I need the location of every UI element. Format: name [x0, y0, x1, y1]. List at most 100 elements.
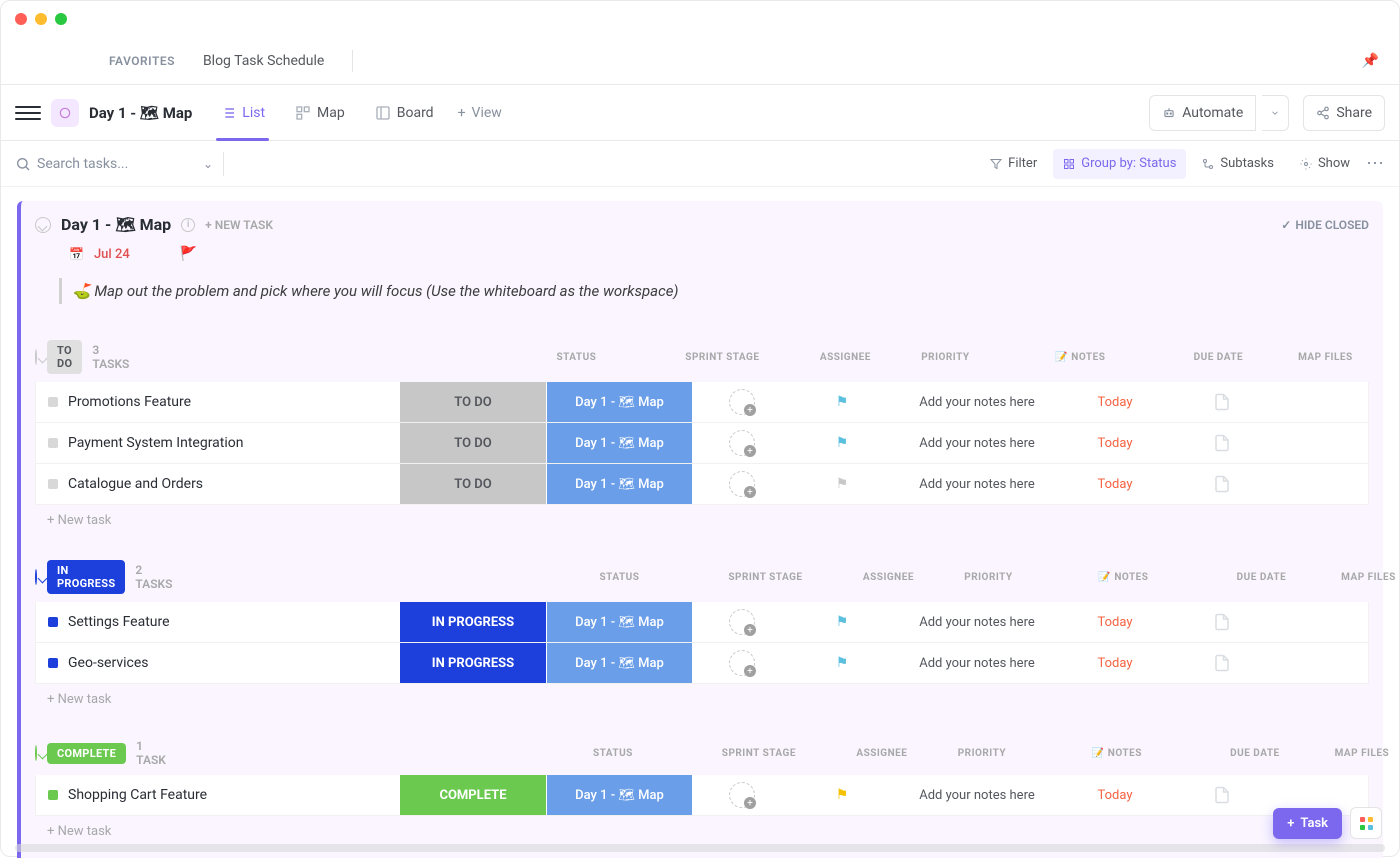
status-cell[interactable]: IN PROGRESS	[400, 643, 546, 683]
group-by-button[interactable]: Group by: Status	[1053, 149, 1186, 179]
priority-cell[interactable]: ⚑	[792, 382, 892, 422]
more-icon[interactable]: ⋯	[1366, 153, 1385, 174]
task-name-cell[interactable]: Settings Feature	[36, 602, 400, 642]
sprint-cell[interactable]: Day 1 - 🗺 Map	[546, 643, 692, 683]
add-assignee-icon[interactable]	[729, 389, 755, 415]
maximize-window-icon[interactable]	[55, 13, 67, 25]
new-task-button[interactable]: + New task	[35, 816, 1369, 847]
breadcrumb-favorites[interactable]: FAVORITES	[109, 54, 175, 68]
status-pill[interactable]: TO DO	[47, 340, 82, 374]
minimize-window-icon[interactable]	[35, 13, 47, 25]
files-cell[interactable]	[1168, 602, 1276, 642]
task-row[interactable]: Payment System Integration TO DO Day 1 -…	[35, 423, 1369, 464]
search-input[interactable]	[37, 156, 197, 172]
priority-cell[interactable]: ⚑	[792, 643, 892, 683]
files-cell[interactable]	[1168, 464, 1276, 504]
status-cell[interactable]: TO DO	[400, 464, 546, 504]
assignee-cell[interactable]	[692, 423, 792, 463]
notes-cell[interactable]: Add your notes here	[892, 423, 1062, 463]
assignee-cell[interactable]	[692, 775, 792, 815]
task-name-cell[interactable]: Promotions Feature	[36, 382, 400, 422]
collapse-icon[interactable]	[35, 349, 37, 365]
automate-button[interactable]: Automate	[1149, 95, 1256, 131]
collapse-icon[interactable]	[35, 745, 37, 761]
list-color-icon[interactable]	[51, 99, 79, 127]
files-cell[interactable]	[1168, 643, 1276, 683]
collapse-icon[interactable]	[35, 217, 51, 233]
add-assignee-icon[interactable]	[729, 609, 755, 635]
add-assignee-icon[interactable]	[729, 471, 755, 497]
date-label[interactable]: Jul 24	[94, 247, 130, 262]
flag-icon[interactable]: 🚩	[180, 246, 197, 262]
menu-icon[interactable]	[15, 100, 41, 126]
status-cell[interactable]: TO DO	[400, 423, 546, 463]
new-task-button[interactable]: + New task	[35, 684, 1369, 715]
hide-closed-button[interactable]: ✓ HIDE CLOSED	[1281, 218, 1369, 232]
show-button[interactable]: Show	[1290, 149, 1360, 179]
task-row[interactable]: Geo-services IN PROGRESS Day 1 - 🗺 Map ⚑…	[35, 643, 1369, 684]
due-date-cell[interactable]: Today	[1062, 602, 1168, 642]
task-name-cell[interactable]: Catalogue and Orders	[36, 464, 400, 504]
pin-icon[interactable]: 📌	[1362, 53, 1379, 69]
sprint-cell[interactable]: Day 1 - 🗺 Map	[546, 775, 692, 815]
tab-list[interactable]: List	[208, 85, 277, 141]
files-cell[interactable]	[1168, 775, 1276, 815]
new-task-fab[interactable]: + Task	[1273, 808, 1342, 839]
task-row[interactable]: Promotions Feature TO DO Day 1 - 🗺 Map ⚑…	[35, 382, 1369, 423]
priority-cell[interactable]: ⚑	[792, 602, 892, 642]
automate-chevron[interactable]	[1262, 95, 1289, 131]
tab-map[interactable]: Map	[283, 85, 357, 141]
task-row[interactable]: Settings Feature IN PROGRESS Day 1 - 🗺 M…	[35, 602, 1369, 643]
filter-button[interactable]: Filter	[980, 149, 1047, 179]
share-button[interactable]: Share	[1303, 95, 1385, 131]
priority-cell[interactable]: ⚑	[792, 775, 892, 815]
breadcrumb-blog[interactable]: Blog Task Schedule	[203, 53, 324, 69]
due-date-cell[interactable]: Today	[1062, 423, 1168, 463]
assignee-cell[interactable]	[692, 602, 792, 642]
priority-cell[interactable]: ⚑	[792, 423, 892, 463]
notes-cell[interactable]: Add your notes here	[892, 775, 1062, 815]
files-cell[interactable]	[1168, 423, 1276, 463]
status-pill[interactable]: IN PROGRESS	[47, 560, 125, 594]
status-cell[interactable]: TO DO	[400, 382, 546, 422]
subtasks-button[interactable]: Subtasks	[1192, 149, 1284, 179]
notes-cell[interactable]: Add your notes here	[892, 643, 1062, 683]
notes-cell[interactable]: Add your notes here	[892, 602, 1062, 642]
status-pill[interactable]: COMPLETE	[47, 743, 126, 764]
add-assignee-icon[interactable]	[729, 430, 755, 456]
add-assignee-icon[interactable]	[729, 650, 755, 676]
status-cell[interactable]: IN PROGRESS	[400, 602, 546, 642]
scrollbar-horizontal[interactable]	[15, 844, 1385, 852]
due-date-cell[interactable]: Today	[1062, 382, 1168, 422]
due-date-cell[interactable]: Today	[1062, 464, 1168, 504]
task-row[interactable]: Catalogue and Orders TO DO Day 1 - 🗺 Map…	[35, 464, 1369, 505]
sprint-cell[interactable]: Day 1 - 🗺 Map	[546, 382, 692, 422]
due-date-cell[interactable]: Today	[1062, 775, 1168, 815]
chevron-down-icon[interactable]: ⌄	[203, 157, 213, 171]
files-cell[interactable]	[1168, 382, 1276, 422]
collapse-icon[interactable]	[35, 569, 37, 585]
sprint-cell[interactable]: Day 1 - 🗺 Map	[546, 464, 692, 504]
tab-board[interactable]: Board	[363, 85, 446, 141]
assignee-cell[interactable]	[692, 464, 792, 504]
task-row[interactable]: Shopping Cart Feature COMPLETE Day 1 - 🗺…	[35, 775, 1369, 816]
add-assignee-icon[interactable]	[729, 782, 755, 808]
sprint-cell[interactable]: Day 1 - 🗺 Map	[546, 423, 692, 463]
assignee-cell[interactable]	[692, 643, 792, 683]
info-icon[interactable]: i	[181, 218, 195, 232]
assignee-cell[interactable]	[692, 382, 792, 422]
apps-button[interactable]	[1350, 807, 1382, 839]
sprint-cell[interactable]: Day 1 - 🗺 Map	[546, 602, 692, 642]
notes-cell[interactable]: Add your notes here	[892, 464, 1062, 504]
add-view-button[interactable]: + View	[458, 105, 502, 121]
task-name-cell[interactable]: Geo-services	[36, 643, 400, 683]
priority-cell[interactable]: ⚑	[792, 464, 892, 504]
task-name-cell[interactable]: Payment System Integration	[36, 423, 400, 463]
task-name-cell[interactable]: Shopping Cart Feature	[36, 775, 400, 815]
new-task-button[interactable]: + New task	[35, 505, 1369, 536]
notes-cell[interactable]: Add your notes here	[892, 382, 1062, 422]
status-cell[interactable]: COMPLETE	[400, 775, 546, 815]
new-task-link[interactable]: + NEW TASK	[205, 218, 273, 232]
close-window-icon[interactable]	[15, 13, 27, 25]
due-date-cell[interactable]: Today	[1062, 643, 1168, 683]
